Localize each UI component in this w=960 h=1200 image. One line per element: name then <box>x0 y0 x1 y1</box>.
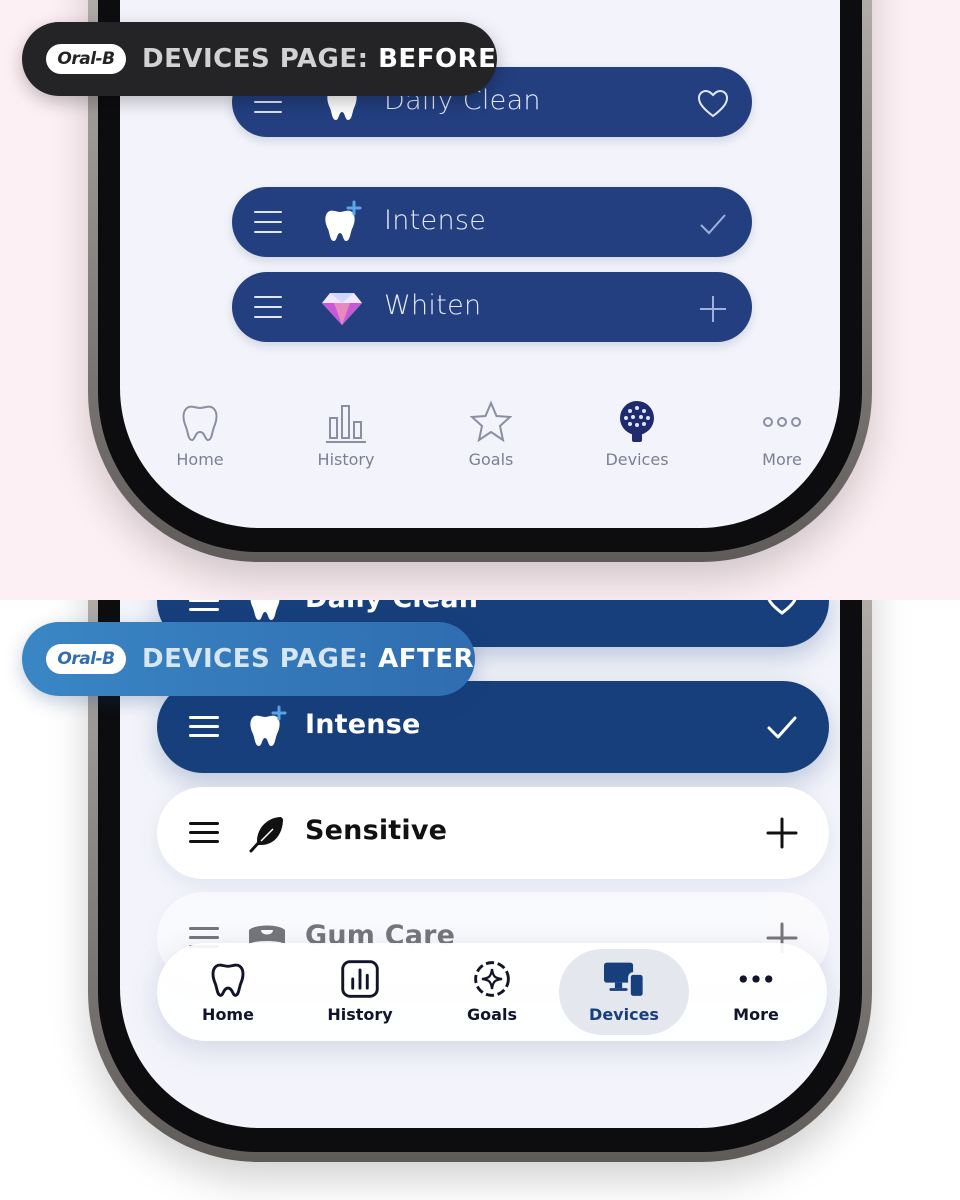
nav-label: Devices <box>589 1005 659 1024</box>
check-icon[interactable] <box>696 207 730 241</box>
after-badge: Oral-B DEVICES PAGE: AFTER <box>22 622 475 696</box>
mode-pill-whiten[interactable]: Whiten <box>232 272 752 342</box>
badge-emphasis: BEFORE <box>378 44 497 74</box>
drag-handle-icon[interactable] <box>189 822 219 844</box>
heart-icon[interactable] <box>765 600 799 618</box>
oral-b-logo: Oral-B <box>46 44 126 74</box>
nav-label: Goals <box>468 450 514 469</box>
drag-handle-icon[interactable] <box>189 600 219 612</box>
nav-label: More <box>733 1005 779 1024</box>
more-dots-icon <box>739 975 773 983</box>
mode-label: Sensitive <box>305 815 448 846</box>
diamond-icon <box>322 293 362 325</box>
badge-label: DEVICES PAGE: <box>142 44 379 74</box>
check-icon[interactable] <box>765 710 799 744</box>
nav-more[interactable]: More <box>727 400 837 469</box>
nav-label: Devices <box>605 450 669 469</box>
badge-label: DEVICES PAGE: <box>142 644 379 674</box>
nav-label: Home <box>176 450 224 469</box>
brush-head-icon <box>620 401 654 442</box>
star-icon <box>469 400 513 443</box>
mode-pill-sensitive[interactable]: Sensitive <box>157 787 829 879</box>
bar-chart-icon <box>326 405 366 443</box>
nav-history[interactable]: History <box>295 949 425 1035</box>
mode-label: Intense <box>305 709 421 740</box>
more-dots-icon <box>763 417 801 427</box>
badge-emphasis: AFTER <box>378 644 475 674</box>
drag-handle-icon[interactable] <box>189 716 219 738</box>
tooth-icon <box>182 405 218 442</box>
oral-b-logo: Oral-B <box>46 644 126 674</box>
mode-pill-intense[interactable]: Intense <box>232 187 752 257</box>
nav-home[interactable]: Home <box>145 400 255 469</box>
plus-icon[interactable] <box>696 292 730 326</box>
bottom-nav: Home History Goals Devices More <box>120 400 840 490</box>
before-panel: Daily Clean Intense Whiten Home History … <box>0 0 960 600</box>
nav-goals[interactable]: Goals <box>436 400 546 469</box>
mode-label: Whiten <box>384 290 482 321</box>
nav-label: Goals <box>467 1005 517 1024</box>
drag-handle-icon[interactable] <box>254 211 282 233</box>
badge-title: DEVICES PAGE: BEFORE <box>142 44 496 74</box>
badge-title: DEVICES PAGE: AFTER <box>142 644 474 674</box>
nav-goals[interactable]: Goals <box>427 949 557 1035</box>
tooth-plus-icon <box>325 200 362 241</box>
feather-icon <box>249 817 283 853</box>
nav-label: More <box>762 450 802 469</box>
nav-label: History <box>317 450 375 469</box>
after-panel: Daily Clean Intense <box>0 600 960 1200</box>
tooth-refresh-icon <box>250 600 280 620</box>
before-badge: Oral-B DEVICES PAGE: BEFORE <box>22 22 497 96</box>
drag-handle-icon[interactable] <box>254 296 282 318</box>
heart-icon[interactable] <box>696 87 730 121</box>
nav-home[interactable]: Home <box>163 949 293 1035</box>
nav-devices[interactable]: Devices <box>582 400 692 469</box>
nav-label: Home <box>202 1005 254 1024</box>
nav-history[interactable]: History <box>291 400 401 469</box>
nav-label: History <box>327 1005 393 1024</box>
nav-more[interactable]: More <box>691 949 821 1035</box>
tooth-icon <box>211 963 245 997</box>
mode-label: Intense <box>384 205 487 236</box>
bar-chart-icon <box>341 960 379 998</box>
plus-icon[interactable] <box>765 816 799 850</box>
mode-label: Daily Clean <box>305 600 478 614</box>
tooth-plus-icon <box>250 705 287 746</box>
nav-devices[interactable]: Devices <box>559 949 689 1035</box>
goals-sparkle-icon <box>474 961 510 997</box>
bottom-nav: Home History Goals Devices More <box>157 943 827 1041</box>
devices-icon <box>604 962 646 999</box>
